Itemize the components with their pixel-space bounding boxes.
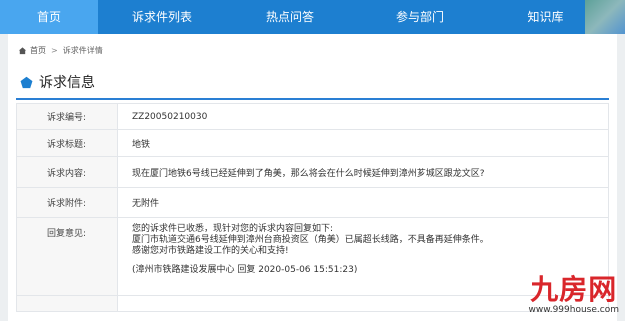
table-row: 诉求标题: 地铁 xyxy=(16,129,609,157)
appeal-attachment-value: 无附件 xyxy=(117,187,609,218)
table-row: 回复意见: 您的诉求件已收悉，现针对您的诉求内容回复如下: 厦门市轨道交通6号线… xyxy=(16,217,609,296)
site-watermark: 九房网 www.999house.com xyxy=(528,273,619,316)
breadcrumb: 首页 > 诉求件详情 xyxy=(18,43,103,57)
reply-line: 感谢您对市铁路建设工作的关心和支持! xyxy=(132,246,289,256)
reply-line: 您的诉求件已收悉，现针对您的诉求内容回复如下: xyxy=(132,224,334,234)
appeal-number-label: 诉求编号: xyxy=(16,103,118,130)
breadcrumb-home-link[interactable]: 首页 xyxy=(30,45,46,56)
table-row: 诉求内容: 现在厦门地铁6号线已经延伸到了角美，那么将会在什么时候延伸到漳州芗城… xyxy=(16,156,609,188)
watermark-url: www.999house.com xyxy=(528,305,619,315)
appeal-number-value: ZZ20050210030 xyxy=(117,103,609,130)
title-divider xyxy=(16,98,609,100)
header-decoration xyxy=(585,0,625,34)
nav-item-home[interactable]: 首页 xyxy=(0,0,98,34)
pentagon-icon xyxy=(20,76,33,88)
empty-label-cell xyxy=(16,295,118,312)
breadcrumb-separator: > xyxy=(51,45,58,55)
page-title: 诉求信息 xyxy=(39,75,95,91)
appeal-content-value: 现在厦门地铁6号线已经延伸到了角美，那么将会在什么时候延伸到漳州芗城区跟龙文区? xyxy=(117,156,609,188)
appeal-attachment-label: 诉求附件: xyxy=(16,187,118,218)
table-row xyxy=(16,295,609,312)
nav-item-departments[interactable]: 参与部门 xyxy=(354,0,486,34)
top-nav: 首页 诉求件列表 热点问答 参与部门 知识库 xyxy=(0,0,625,34)
reply-line: 厦门市轨道交通6号线延伸到漳州台商投资区（角美）已属超长线路，不具备再延伸条件。 xyxy=(132,235,489,245)
section-header: 诉求信息 xyxy=(20,72,95,92)
appeal-info-table: 诉求编号: ZZ20050210030 诉求标题: 地铁 诉求内容: 现在厦门地… xyxy=(16,103,609,312)
reply-label: 回复意见: xyxy=(16,217,118,296)
table-row: 诉求编号: ZZ20050210030 xyxy=(16,103,609,130)
content-panel: 首页 > 诉求件详情 诉求信息 诉求编号: ZZ20050210030 诉求标题… xyxy=(8,34,617,321)
watermark-logo-text: 九房网 xyxy=(530,273,618,306)
nav-item-hot-qa[interactable]: 热点问答 xyxy=(226,0,354,34)
home-icon xyxy=(18,46,27,54)
breadcrumb-current: 诉求件详情 xyxy=(62,45,103,55)
appeal-content-label: 诉求内容: xyxy=(16,156,118,188)
table-row: 诉求附件: 无附件 xyxy=(16,187,609,218)
appeal-title-value: 地铁 xyxy=(117,129,609,157)
appeal-title-label: 诉求标题: xyxy=(16,129,118,157)
nav-item-appeal-list[interactable]: 诉求件列表 xyxy=(98,0,226,34)
